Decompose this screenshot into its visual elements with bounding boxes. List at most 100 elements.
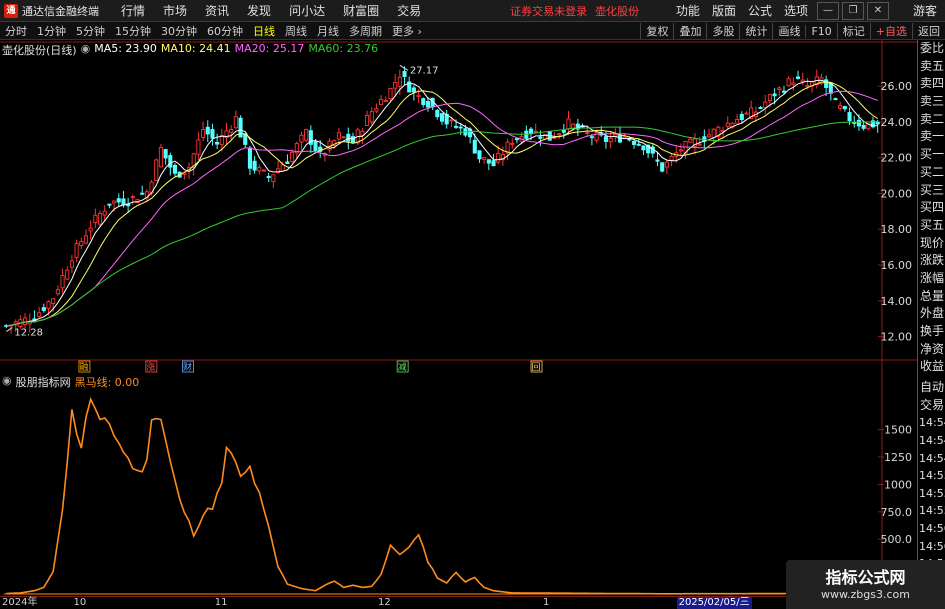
sidebar-item: 收益 <box>920 359 945 374</box>
candle-body <box>641 145 646 151</box>
tab-period[interactable]: 周线 <box>280 23 312 39</box>
chart-area[interactable]: 26.00 24.00 22.00 20.00 18.00 16.00 14.00 12.00… <box>0 40 917 609</box>
candle-body <box>383 100 388 102</box>
menu-function[interactable]: 功能 <box>670 2 706 19</box>
candle-body <box>280 164 285 172</box>
menu-layout[interactable]: 版面 <box>706 2 742 19</box>
tab-period[interactable]: 多周期 <box>344 23 387 39</box>
event-marker-label: 财 <box>183 361 192 373</box>
candle-body <box>632 141 637 145</box>
maximize-icon[interactable]: ❐ <box>841 1 864 20</box>
price-tick-label: 26.00 <box>881 80 913 93</box>
candle-body <box>524 130 529 139</box>
tool-button[interactable]: 标记 <box>836 23 870 39</box>
candle-body <box>711 128 716 138</box>
stock-chart-svg[interactable]: 26.00 24.00 22.00 20.00 18.00 16.00 14.00 12.00… <box>0 40 917 609</box>
menu-market[interactable]: 市场 <box>154 2 196 19</box>
candle-body <box>735 119 740 124</box>
tab-period[interactable]: 60分钟 <box>202 23 248 39</box>
app-logo-icon: 通 <box>4 3 18 18</box>
ma60-line <box>6 121 878 327</box>
sidebar-trade[interactable]: 交易 <box>918 397 945 415</box>
candle-body <box>772 93 777 97</box>
date-tick-label: 1 <box>543 597 550 608</box>
tool-button[interactable]: 多股 <box>706 23 739 39</box>
candle-body <box>758 107 763 109</box>
tab-period[interactable]: 1分钟 <box>32 23 71 39</box>
trade-time: 14:56 <box>919 539 945 553</box>
tab-period-more[interactable]: 更多 › <box>387 23 427 39</box>
date-tick-label: 12 <box>377 597 391 608</box>
date-axis: 2024年101112132025/02/05/三 <box>0 596 828 609</box>
candle-body <box>271 174 276 183</box>
indicator-name[interactable]: 股朋指标网 <box>16 374 71 390</box>
ma-legend: 壶化股份(日线) ◉ MA5: 23.90 MA10: 24.41 MA20: … <box>2 42 378 58</box>
minimize-icon[interactable]: — <box>816 1 839 20</box>
settings-dot-icon[interactable]: ◉ <box>81 42 91 58</box>
chevron-right-icon: › <box>417 24 422 38</box>
candle-body <box>393 81 398 89</box>
candle-body <box>561 129 566 133</box>
menu-wealth-circle[interactable]: 财富圈 <box>334 2 388 19</box>
sidebar-item: 外盘 <box>920 306 945 321</box>
menu-market-quotes[interactable]: 行情 <box>112 2 154 19</box>
candle-body <box>299 134 304 143</box>
tab-period-active[interactable]: 日线 <box>248 23 280 39</box>
menu-formula[interactable]: 公式 <box>742 2 778 19</box>
indicator-tick-label: 500.0 <box>881 533 913 546</box>
tool-button[interactable]: 叠加 <box>673 23 706 39</box>
candle-body <box>486 159 491 164</box>
trade-time: 14:55 <box>919 486 945 500</box>
trade-time: 14:55 <box>919 504 945 518</box>
candle-body <box>842 106 847 110</box>
indicator-legend: ◉ 股朋指标网 黑马线: 0.00 <box>2 374 139 390</box>
tool-button[interactable]: 画线 <box>772 23 805 39</box>
candle-body <box>557 133 562 136</box>
candle-body <box>402 70 407 77</box>
ma20-label: MA20: 25.17 <box>234 42 305 55</box>
trade-time: 14:54 <box>919 416 945 430</box>
menu-discover[interactable]: 发现 <box>238 2 280 19</box>
settings-dot-icon[interactable]: ◉ <box>2 374 12 390</box>
candle-body <box>482 157 487 160</box>
candle-body <box>786 78 791 87</box>
sidebar-item: 现价 <box>920 235 945 250</box>
candle-body <box>116 198 121 203</box>
candle-body <box>163 149 168 159</box>
menu-news[interactable]: 资讯 <box>196 2 238 19</box>
high-value-label: 27.17 <box>410 65 439 76</box>
tab-period[interactable]: 月线 <box>312 23 344 39</box>
tab-period[interactable]: 30分钟 <box>156 23 202 39</box>
trade-login-notice[interactable]: 证券交易未登录 <box>510 3 587 19</box>
menu-ask[interactable]: 问小达 <box>280 2 334 19</box>
menu-trade[interactable]: 交易 <box>388 2 430 19</box>
selected-date-label: 2025/02/05/三 <box>676 597 752 609</box>
event-marker-label: 减 <box>398 361 407 373</box>
tool-button[interactable]: 返回 <box>912 23 945 39</box>
tool-button[interactable]: 统计 <box>739 23 772 39</box>
candle-body <box>46 301 51 310</box>
guest-account[interactable]: 游客 <box>913 2 937 19</box>
candle-body <box>229 128 234 133</box>
tab-period[interactable]: 5分钟 <box>71 23 110 39</box>
candle-body <box>706 134 712 138</box>
tab-period[interactable]: 15分钟 <box>110 23 156 39</box>
candle-body <box>257 167 262 172</box>
candle-body <box>439 113 445 122</box>
menu-options[interactable]: 选项 <box>778 2 814 19</box>
indicator-value: 黑马线: 0.00 <box>74 376 140 389</box>
candle-body <box>397 76 402 87</box>
candle-body <box>102 210 107 216</box>
trade-time: 14:56 <box>919 522 945 535</box>
tab-period[interactable]: 分时 <box>0 23 32 39</box>
candle-body <box>41 307 46 312</box>
sidebar-auto[interactable]: 自动 <box>918 379 945 397</box>
sidebar-item: 买五 <box>920 217 945 232</box>
candle-body <box>608 137 613 143</box>
tool-button[interactable]: F10 <box>805 24 836 38</box>
tool-button[interactable]: +自选 <box>869 23 912 39</box>
date-tick-label: 2024年 <box>2 597 38 608</box>
close-icon[interactable]: ✕ <box>866 1 889 20</box>
tool-button[interactable]: 复权 <box>640 23 673 39</box>
candle-body <box>55 289 60 295</box>
